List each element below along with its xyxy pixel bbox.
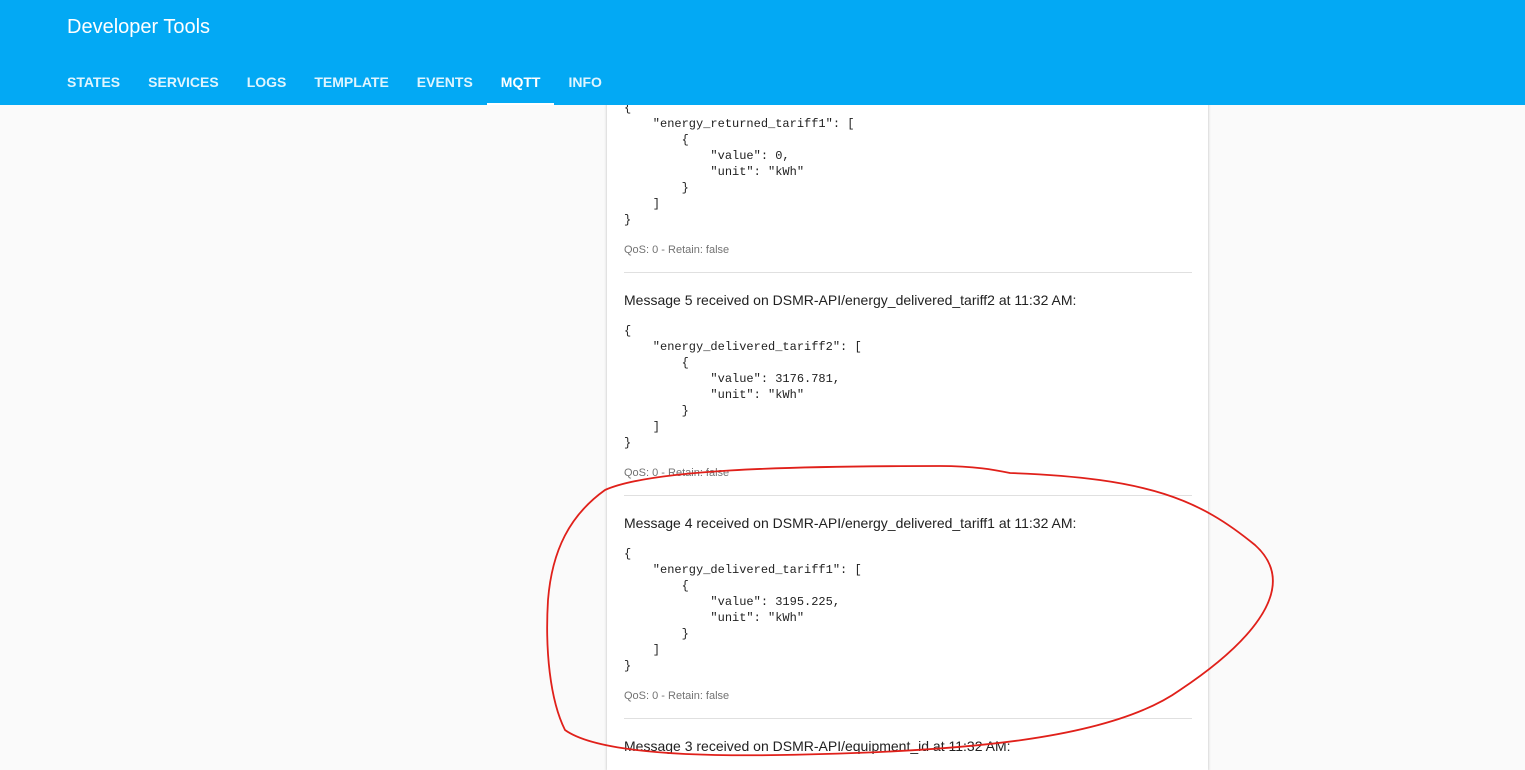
tab-mqtt[interactable]: MQTT: [486, 60, 555, 105]
message-divider: [624, 495, 1192, 496]
mqtt-message: Message 4 received on DSMR-API/energy_de…: [624, 513, 1192, 703]
message-payload: { "energy_delivered_tariff1": [ { "value…: [624, 547, 862, 673]
message-divider: [624, 272, 1192, 273]
message-title: Message 5 received on DSMR-API/energy_de…: [624, 292, 1077, 308]
message-title: Message 4 received on DSMR-API/energy_de…: [624, 515, 1077, 531]
message-qos: QoS: 0 - Retain: false: [624, 690, 730, 702]
message-divider: [624, 718, 1192, 719]
tab-states[interactable]: STATES: [53, 60, 134, 105]
tab-bar: STATES SERVICES LOGS TEMPLATE EVENTS MQT…: [53, 60, 616, 105]
tab-logs[interactable]: LOGS: [233, 60, 301, 105]
mqtt-message: { "energy_returned_tariff1": [ { "value"…: [624, 100, 1192, 257]
tab-services[interactable]: SERVICES: [134, 60, 233, 105]
mqtt-message: Message 3 received on DSMR-API/equipment…: [624, 736, 1192, 756]
mqtt-messages-card[interactable]: { "energy_returned_tariff1": [ { "value"…: [607, 80, 1208, 770]
tab-events[interactable]: EVENTS: [403, 60, 487, 105]
message-qos: QoS: 0 - Retain: false: [624, 244, 730, 256]
mqtt-message: Message 5 received on DSMR-API/energy_de…: [624, 290, 1192, 480]
tab-info[interactable]: INFO: [554, 60, 615, 105]
message-title: Message 3 received on DSMR-API/equipment…: [624, 738, 1011, 754]
tab-template[interactable]: TEMPLATE: [300, 60, 402, 105]
app-header: Developer Tools STATES SERVICES LOGS TEM…: [0, 0, 1525, 105]
message-payload: { "energy_delivered_tariff2": [ { "value…: [624, 324, 862, 450]
message-payload: { "energy_returned_tariff1": [ { "value"…: [624, 101, 855, 227]
message-qos: QoS: 0 - Retain: false: [624, 467, 730, 479]
page-title: Developer Tools: [67, 16, 211, 38]
